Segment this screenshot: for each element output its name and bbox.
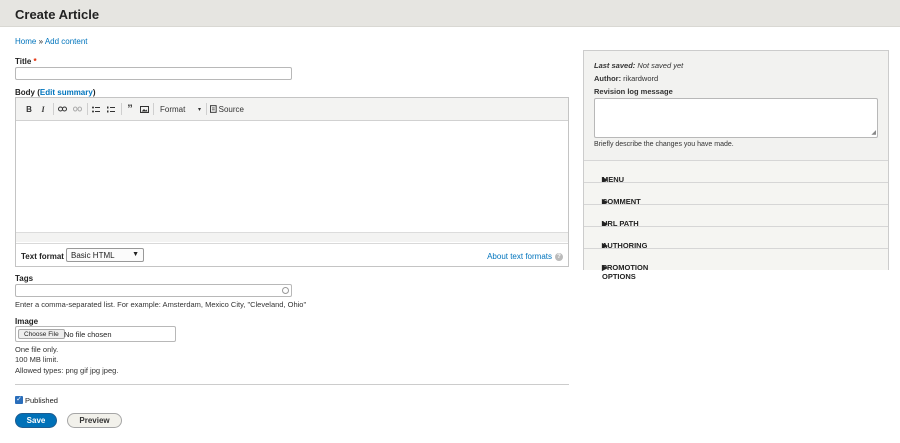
revision-label: Revision log message — [594, 87, 673, 96]
accordion-label: ▶ MENU SETTINGS — [593, 168, 640, 193]
format-dropdown-label: Format — [160, 104, 186, 114]
image-label: Image — [15, 317, 39, 326]
toolbar-divider — [206, 103, 207, 115]
about-text-formats-link[interactable]: About text formats — [487, 252, 552, 261]
editor-toolbar: B I ” Format ▾ Source — [16, 98, 568, 121]
about-text-formats[interactable]: About text formats ? — [487, 252, 563, 261]
source-button-label: Source — [218, 104, 244, 114]
text-format-select[interactable]: Basic HTML ▼ — [66, 248, 144, 262]
save-button[interactable]: Save — [15, 413, 57, 428]
accordion-comment-settings[interactable]: ▶ COMMENT SETTINGS — [584, 182, 888, 215]
meta-info: Last saved: Not saved yet Author: rikard… — [584, 51, 888, 160]
page-title: Create Article — [15, 7, 100, 22]
file-status: No file chosen — [64, 330, 112, 339]
breadcrumb-home-link[interactable]: Home — [15, 37, 36, 46]
revision-log-textarea[interactable]: ◢ — [594, 98, 878, 138]
edit-summary-close-paren: ) — [92, 88, 96, 97]
author: Author: rikardword — [594, 74, 658, 83]
revision-description: Briefly describe the changes you have ma… — [594, 141, 734, 148]
autocomplete-icon — [282, 287, 289, 294]
author-value: rikardword — [623, 74, 659, 83]
breadcrumb-separator: » — [38, 37, 44, 46]
help-icon[interactable]: ? — [555, 252, 563, 261]
blockquote-button[interactable]: ” — [124, 103, 136, 115]
bold-button[interactable]: B — [24, 103, 34, 115]
numbered-list-icon[interactable] — [105, 103, 117, 115]
image-desc-line: 100 MB limit. — [15, 355, 59, 364]
format-dropdown[interactable]: Format ▾ — [158, 103, 203, 115]
accordion-label: ▶ URL PATH SETTINGS — [593, 212, 640, 237]
tags-description: Enter a comma-separated list. For exampl… — [15, 300, 307, 309]
title-label-text: Title — [15, 57, 32, 66]
image-desc-line: One file only. — [15, 345, 59, 354]
toolbar-divider — [53, 103, 54, 115]
accordion-label: ▶ COMMENT SETTINGS — [593, 190, 641, 215]
chevron-down-icon: ▾ — [197, 106, 201, 113]
image-icon[interactable] — [138, 103, 150, 115]
meta-sidebar: Last saved: Not saved yet Author: rikard… — [583, 50, 889, 281]
accordion-label: ▶ AUTHORING INFORMATION — [593, 234, 654, 259]
title-input[interactable] — [15, 67, 292, 80]
edit-summary-link[interactable]: Edit summary — [40, 88, 93, 97]
choose-file-button[interactable]: Choose File — [18, 329, 65, 339]
published-label[interactable]: Published — [25, 396, 58, 405]
last-saved-label: Last saved: — [594, 61, 636, 70]
last-saved-value: Not saved yet — [637, 61, 684, 70]
italic-button[interactable]: I — [38, 103, 48, 115]
accordion-label: ▶ PROMOTION OPTIONS — [593, 256, 648, 281]
source-button[interactable]: Source — [210, 103, 244, 115]
text-format-label: Text format — [21, 252, 64, 261]
source-icon — [210, 105, 217, 113]
unlink-icon[interactable] — [71, 103, 83, 115]
last-saved: Last saved: Not saved yet — [594, 61, 683, 70]
link-icon[interactable] — [56, 103, 68, 115]
accordion-authoring-information[interactable]: ▶ AUTHORING INFORMATION — [584, 226, 888, 259]
title-label: Title * — [15, 57, 37, 66]
body-label: Body (Edit summary) — [15, 88, 95, 97]
text-format-row: Text format Basic HTML ▼ About text form… — [16, 243, 568, 266]
accordion-url-path-settings[interactable]: ▶ URL PATH SETTINGS — [584, 204, 888, 237]
page-header: Create Article — [0, 0, 900, 27]
text-format-selected: Basic HTML — [71, 251, 115, 260]
accordion-menu-settings[interactable]: ▶ MENU SETTINGS — [584, 160, 888, 193]
tags-label: Tags — [15, 274, 34, 283]
bulleted-list-icon[interactable] — [90, 103, 102, 115]
body-label-text: Body — [15, 88, 35, 97]
editor-status-bar — [16, 232, 568, 242]
required-marker: * — [33, 57, 37, 66]
breadcrumb-add-content-link[interactable]: Add content — [45, 37, 88, 46]
image-desc-line: Allowed types: png gif jpg jpeg. — [15, 366, 119, 375]
author-label: Author: — [594, 74, 622, 83]
toolbar-divider — [121, 103, 122, 115]
image-file-input[interactable]: Choose File No file chosen — [15, 326, 176, 342]
form-divider — [15, 384, 569, 385]
breadcrumb: Home » Add content — [15, 37, 88, 46]
toolbar-divider — [87, 103, 88, 115]
body-editor: B I ” Format ▾ Source Text format Basic … — [15, 97, 569, 267]
body-textarea[interactable] — [16, 121, 568, 232]
published-checkbox[interactable]: ✓ — [15, 396, 23, 404]
accordion-promotion-options[interactable]: ▶ PROMOTION OPTIONS — [584, 248, 888, 281]
preview-button[interactable]: Preview — [67, 413, 122, 428]
toolbar-divider — [153, 103, 154, 115]
chevron-down-icon: ▼ — [132, 251, 139, 258]
accordion-title: PROMOTION OPTIONS — [602, 263, 649, 281]
tags-input[interactable] — [15, 284, 292, 297]
resize-grip-icon[interactable]: ◢ — [871, 129, 876, 136]
